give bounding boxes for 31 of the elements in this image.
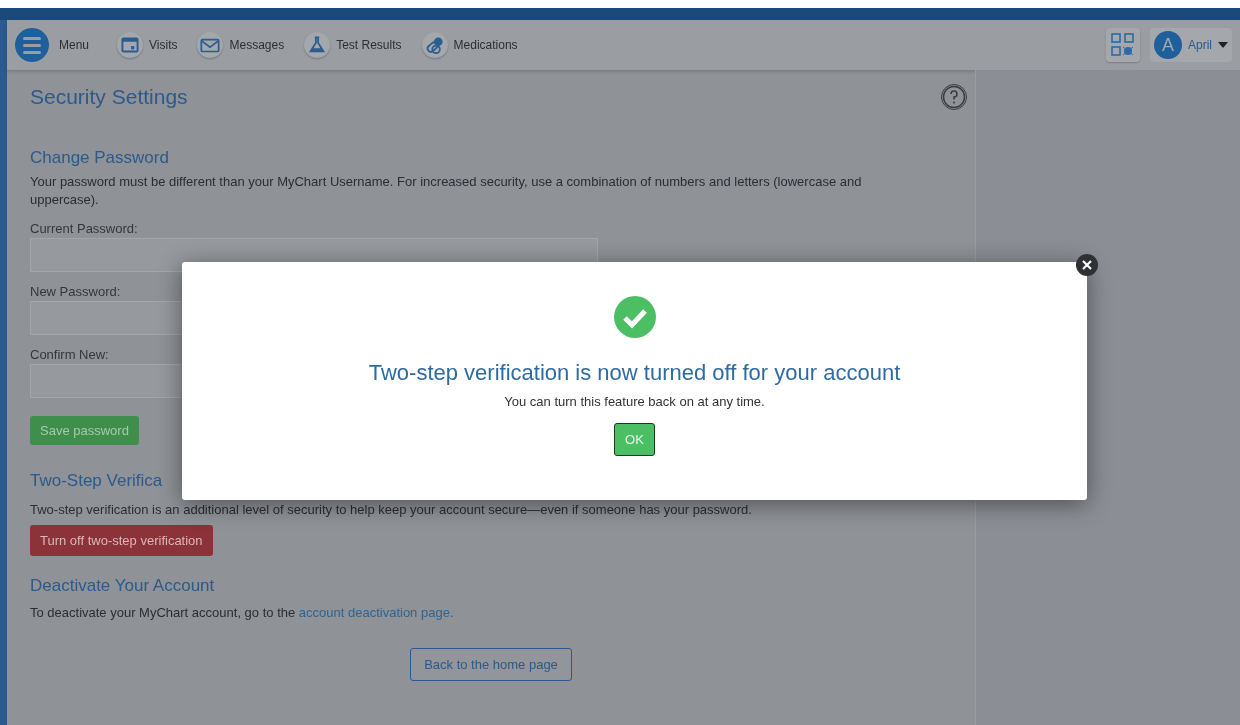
dialog-message: You can turn this feature back on at any time. — [504, 394, 765, 409]
menu-label[interactable]: Menu — [59, 38, 90, 52]
field-label: Current Password: — [30, 221, 138, 236]
help-icon[interactable] — [941, 84, 967, 110]
flask-icon — [304, 32, 331, 58]
calendar-icon — [117, 32, 144, 58]
nav-item[interactable]: Messages — [197, 32, 285, 58]
nav-item[interactable]: Test Results — [304, 32, 402, 58]
section-heading: Change Password — [30, 148, 169, 168]
turn-off-button[interactable]: Turn off two-step verification — [30, 525, 213, 556]
avatar: A — [1154, 31, 1182, 59]
field-label: New Password: — [30, 284, 121, 299]
check-icon — [613, 296, 656, 338]
dialog-title: Two-step verification is now turned off for your account — [368, 360, 901, 386]
two-step-description: Two-step verification is an additional level of security to help keep your account secure—even if someone has your password. — [30, 501, 753, 519]
field-label: Confirm New: — [30, 347, 109, 362]
section-heading: Two-Step Verifica — [30, 471, 163, 491]
password-description: Your password must be different than your MyChart Username. For increased security, use a combination of numbers and letters (lowercase and uppercase). — [30, 173, 863, 209]
nav-item[interactable]: Visits — [117, 32, 178, 58]
envelope-icon — [197, 32, 224, 58]
page-title: Security Settings — [30, 85, 188, 109]
qr-code-icon[interactable] — [1106, 28, 1140, 62]
deactivate-text: To deactivate your MyChart account, go to the account deactivation page. — [30, 604, 455, 622]
caret-icon — [1218, 42, 1228, 48]
back-home-button[interactable]: Back to the home page — [410, 648, 572, 681]
section-heading: Deactivate Your Account — [30, 576, 215, 596]
save-password-button[interactable]: Save password — [30, 416, 139, 445]
user-menu-button[interactable]: A April — [1150, 28, 1232, 62]
pills-icon — [421, 32, 448, 58]
nav-item[interactable]: Medications — [421, 32, 518, 58]
menu-button[interactable] — [15, 28, 49, 62]
